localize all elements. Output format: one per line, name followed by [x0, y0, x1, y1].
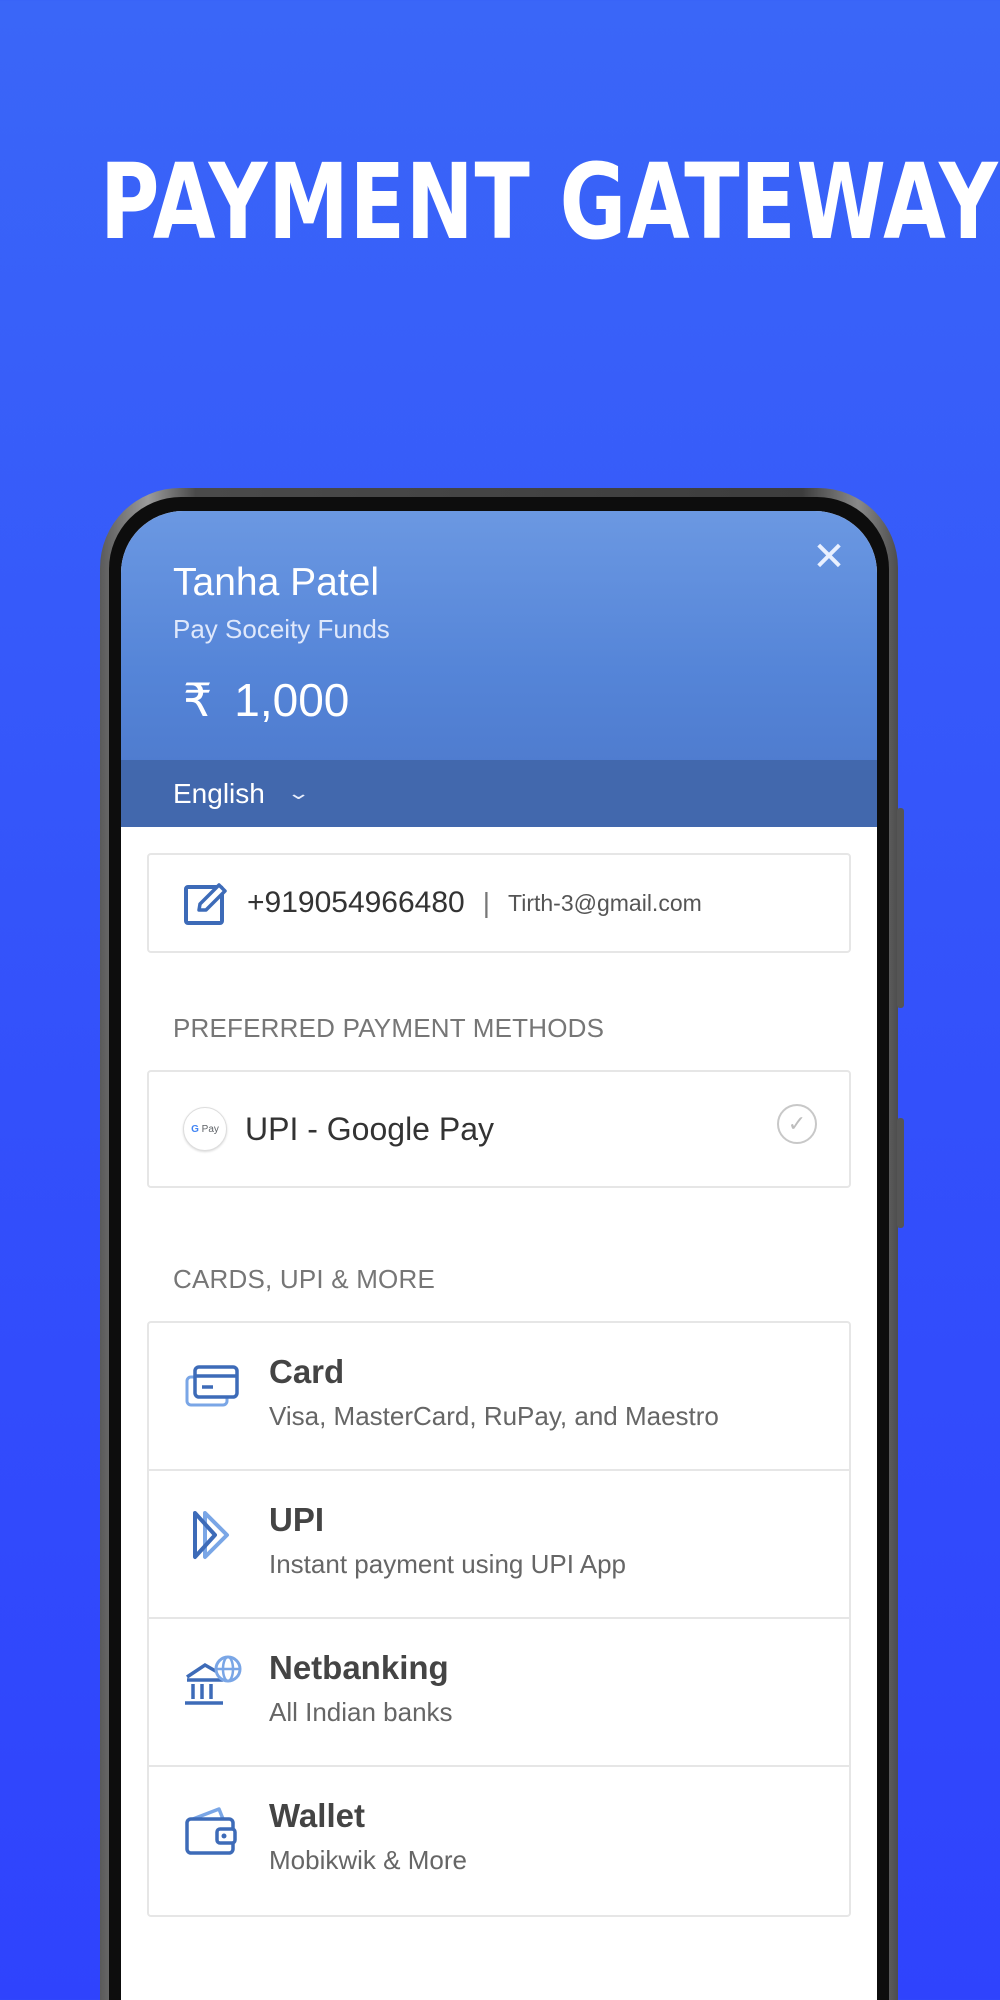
method-card[interactable]: Card Visa, MasterCard, RuPay, and Maestr…: [149, 1323, 849, 1471]
preferred-methods-title: PREFERRED PAYMENT METHODS: [173, 1013, 605, 1043]
amount-value: 1,000: [234, 674, 350, 726]
method-description: Instant payment using UPI App: [269, 1549, 626, 1579]
method-name: Card: [269, 1353, 345, 1390]
contact-separator: |: [482, 887, 491, 918]
method-netbanking[interactable]: Netbanking All Indian banks: [149, 1619, 849, 1767]
edit-icon[interactable]: [183, 880, 229, 926]
page-headline: PAYMENT GATEWAY: [100, 141, 999, 263]
phone-side-button: [897, 808, 904, 1008]
close-icon[interactable]: ✕: [811, 537, 847, 577]
more-methods-title: CARDS, UPI & MORE: [173, 1264, 435, 1294]
method-wallet[interactable]: Wallet Mobikwik & More: [149, 1767, 849, 1915]
language-selector[interactable]: English ⌄: [121, 760, 877, 827]
phone-bezel: ✕ Tanha Patel Pay Soceity Funds ₹1,000 E…: [109, 497, 889, 2000]
method-description: Mobikwik & More: [269, 1845, 467, 1875]
currency-symbol: ₹: [183, 674, 213, 726]
checkout-content: +919054966480 | Tirth-3@gmail.com PREFER…: [121, 827, 877, 1917]
payment-methods-list: Card Visa, MasterCard, RuPay, and Maestr…: [147, 1321, 851, 1917]
method-name: UPI: [269, 1501, 325, 1538]
phone-frame: ✕ Tanha Patel Pay Soceity Funds ₹1,000 E…: [100, 488, 904, 2000]
contact-details[interactable]: +919054966480 | Tirth-3@gmail.com: [147, 853, 851, 953]
contact-email: Tirth-3@gmail.com: [508, 889, 702, 916]
preferred-method-label: UPI - Google Pay: [245, 1110, 494, 1147]
checkout-header: ✕ Tanha Patel Pay Soceity Funds ₹1,000 E…: [121, 511, 877, 827]
method-name: Wallet: [269, 1797, 365, 1834]
check-circle-icon[interactable]: ✓: [777, 1104, 817, 1144]
preferred-method-gpay[interactable]: G Pay UPI - Google Pay ✓: [147, 1070, 851, 1188]
payment-amount: ₹1,000: [183, 673, 349, 727]
gpay-icon: G Pay: [183, 1107, 227, 1151]
method-description: Visa, MasterCard, RuPay, and Maestro: [269, 1401, 719, 1431]
wallet-icon: [185, 1807, 237, 1855]
card-icon: [185, 1365, 239, 1407]
checkout-screen: ✕ Tanha Patel Pay Soceity Funds ₹1,000 E…: [121, 511, 877, 2000]
contact-phone: +919054966480: [247, 886, 465, 919]
upi-icon: [193, 1511, 229, 1559]
method-description: All Indian banks: [269, 1697, 453, 1727]
payer-name: Tanha Patel: [173, 561, 379, 604]
method-name: Netbanking: [269, 1649, 449, 1686]
payment-purpose: Pay Soceity Funds: [173, 614, 390, 644]
method-upi[interactable]: UPI Instant payment using UPI App: [149, 1471, 849, 1619]
bank-icon: [185, 1655, 242, 1705]
chevron-down-icon: ⌄: [286, 783, 311, 803]
language-label: English: [173, 777, 265, 809]
phone-side-button: [897, 1118, 904, 1228]
